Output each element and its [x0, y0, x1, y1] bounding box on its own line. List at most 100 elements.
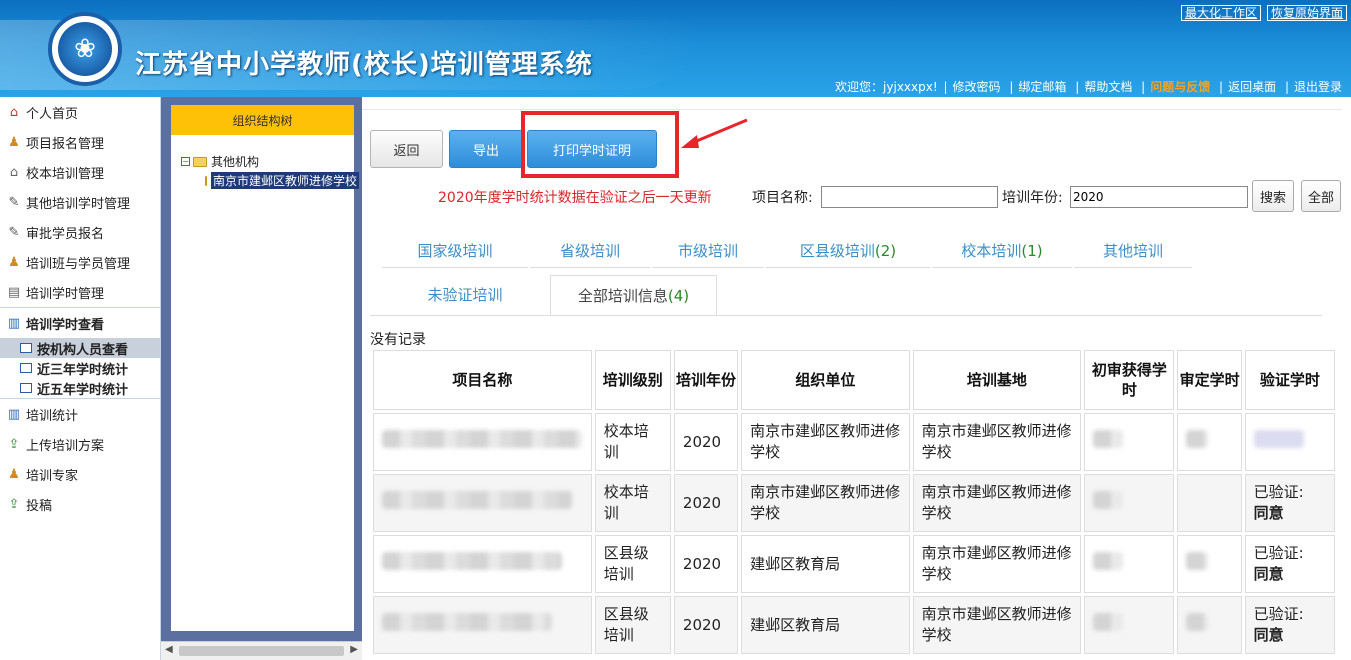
redacted-text [1093, 430, 1124, 448]
table-row: 区县级培训 2020 建邺区教育局 南京市建邺区教师进修学校 已验证: 同意 [373, 596, 1335, 654]
cell-base: 南京市建邺区教师进修学校 [912, 535, 1082, 593]
tab-all[interactable]: 全部培训信息 (4) [550, 275, 717, 316]
chart-icon: ▥ [7, 406, 21, 422]
org-tree: 组织结构树 − 其他机构 南京市建邺区教师进修学校 [171, 105, 360, 631]
change-password-link[interactable]: 修改密码 [953, 80, 1001, 94]
tree-node-label: 南京市建邺区教师进修学校 [211, 172, 360, 189]
sidebar-item-label: 上传培训方案 [26, 438, 105, 454]
training-year-input[interactable] [1070, 186, 1248, 208]
back-button[interactable]: 返回 [370, 130, 443, 168]
return-desktop-link[interactable]: 返回桌面 [1228, 80, 1276, 94]
cell-base: 南京市建邺区教师进修学校 [912, 596, 1082, 654]
scroll-left-icon[interactable]: ◀ [165, 644, 173, 655]
bind-email-link[interactable]: 绑定邮箱 [1018, 80, 1066, 94]
tab-municipal[interactable]: 市级培训 [652, 234, 764, 268]
col-header: 培训级别 [594, 350, 671, 410]
app-header: ❀ 江苏省中小学教师(校长)培训管理系统 最大化工作区 恢复原始界面 欢迎您：jy… [0, 0, 1351, 97]
sidebar-item-hours-management[interactable]: ▤ 培训学时管理 [0, 277, 160, 307]
logout-link[interactable]: 退出登录 [1294, 80, 1342, 94]
users-icon: ♟ [8, 466, 20, 482]
org-tree-title: 组织结构树 [171, 105, 354, 135]
sidebar-item-project-signup[interactable]: ♟ 项目报名管理 [0, 127, 160, 157]
sidebar-item-upload-plan[interactable]: ⇪ 上传培训方案 [0, 429, 160, 459]
edit-icon: ✎ [8, 224, 20, 240]
sidebar-subitem-five-years[interactable]: 近五年学时统计 [0, 378, 160, 398]
table-header-row: 项目名称 培训级别 培训年份 组织单位 培训基地 初审获得学时 审定学时 验证学… [373, 350, 1335, 410]
cell-org: 南京市建邺区教师进修学校 [741, 474, 910, 532]
redacted-text [1093, 552, 1124, 570]
workspace-links: 最大化工作区 恢复原始界面 [1175, 4, 1347, 21]
logo-emblem-icon: ❀ [58, 22, 112, 76]
col-header: 项目名称 [373, 350, 592, 410]
cell-initial-hours [1084, 535, 1175, 593]
sidebar-item-hours-view[interactable]: ▥ 培训学时查看 [0, 308, 160, 338]
annotation-arrow-icon [681, 118, 748, 148]
cell-verify: 已验证: 同意 [1244, 535, 1335, 593]
cell-verify: 已验证: 同意 [1244, 596, 1335, 654]
sidebar-subitem-by-org[interactable]: 按机构人员查看 [0, 338, 160, 358]
sidebar-item-other-hours[interactable]: ✎ 其他培训学时管理 [0, 187, 160, 217]
sidebar-item-experts[interactable]: ♟ 培训专家 [0, 459, 160, 489]
sidebar-item-label: 项目报名管理 [26, 136, 105, 152]
scroll-right-icon[interactable]: ▶ [350, 644, 358, 655]
tab-provincial[interactable]: 省级培训 [530, 234, 650, 268]
sidebar-item-statistics[interactable]: ▥ 培训统计 [0, 399, 160, 429]
redacted-text [382, 552, 562, 570]
sidebar-subitem-label: 近三年学时统计 [37, 362, 129, 378]
tree-node-child[interactable]: 南京市建邺区教师进修学校 [205, 172, 360, 189]
redacted-text [1186, 613, 1209, 631]
export-button[interactable]: 导出 [449, 130, 523, 168]
sidebar-subitem-three-years[interactable]: 近三年学时统计 [0, 358, 160, 378]
cell-initial-hours [1084, 413, 1175, 471]
restore-layout-link[interactable]: 恢复原始界面 [1266, 5, 1347, 21]
scrollbar-thumb[interactable] [179, 646, 344, 656]
sidebar-item-label: 投稿 [26, 498, 53, 514]
project-name-input[interactable] [821, 186, 998, 208]
sidebar-item-submission[interactable]: ⇪ 投稿 [0, 489, 160, 519]
sidebar-group-hours-view: ▥ 培训学时查看 按机构人员查看 近三年学时统计 近五年学时统计 [0, 307, 160, 399]
cell-year: 2020 [673, 413, 739, 471]
welcome-text: 欢迎您：jyjxxxpx! [835, 80, 938, 94]
tree-horizontal-scrollbar[interactable]: ◀ ▶ [161, 641, 362, 660]
sidebar-item-class-management[interactable]: ♟ 培训班与学员管理 [0, 247, 160, 277]
sidebar-item-school-training[interactable]: ⌂ 校本培训管理 [0, 157, 160, 187]
verify-status: 已验证: [1253, 483, 1304, 501]
tab-unverified[interactable]: 未验证培训 [382, 277, 548, 311]
folder-icon [205, 175, 207, 186]
feedback-link[interactable]: 问题与反馈 [1150, 80, 1210, 94]
cell-verify: 已验证: 同意 [1244, 474, 1335, 532]
tab-school[interactable]: 校本培训 (1) [932, 234, 1072, 268]
help-docs-link[interactable]: 帮助文档 [1084, 80, 1132, 94]
tab-label: 其他培训 [1102, 242, 1163, 260]
cell-base: 南京市建邺区教师进修学校 [912, 413, 1082, 471]
tree-node-label: 其他机构 [211, 155, 260, 169]
cell-approved-hours [1177, 413, 1242, 471]
sidebar-item-label: 其他培训学时管理 [26, 196, 131, 212]
tab-district[interactable]: 区县级培训 (2) [766, 234, 930, 268]
cell-approved-hours [1177, 596, 1242, 654]
redacted-text [1093, 491, 1124, 509]
cell-project-name [373, 596, 592, 654]
tab-other[interactable]: 其他培训 [1074, 234, 1192, 268]
cell-base: 南京市建邺区教师进修学校 [912, 474, 1082, 532]
sidebar-item-label: 培训学时管理 [26, 286, 105, 302]
cell-project-name [373, 474, 592, 532]
cell-org: 建邺区教育局 [741, 535, 910, 593]
org-tree-panel: 组织结构树 − 其他机构 南京市建邺区教师进修学校 [161, 97, 362, 660]
sidebar-item-approve-signup[interactable]: ✎ 审批学员报名 [0, 217, 160, 247]
sidebar-item-home[interactable]: ⌂ 个人首页 [0, 97, 160, 127]
search-button[interactable]: 搜索 [1252, 180, 1294, 212]
verify-status: 已验证: [1253, 605, 1304, 623]
tree-node-root[interactable]: − 其他机构 [181, 153, 354, 170]
system-logo: ❀ [48, 12, 122, 86]
maximize-workspace-link[interactable]: 最大化工作区 [1180, 5, 1261, 21]
sidebar-item-label: 个人首页 [26, 106, 79, 122]
collapse-icon[interactable]: − [181, 157, 190, 166]
show-all-button[interactable]: 全部 [1301, 180, 1341, 212]
tab-label: 校本培训 [961, 242, 1022, 260]
tab-count: (4) [667, 286, 690, 305]
upload-icon: ⇪ [8, 496, 20, 512]
tab-national[interactable]: 国家级培训 [382, 234, 528, 268]
sidebar-subitem-label: 按机构人员查看 [37, 342, 129, 358]
redacted-text [382, 613, 552, 631]
